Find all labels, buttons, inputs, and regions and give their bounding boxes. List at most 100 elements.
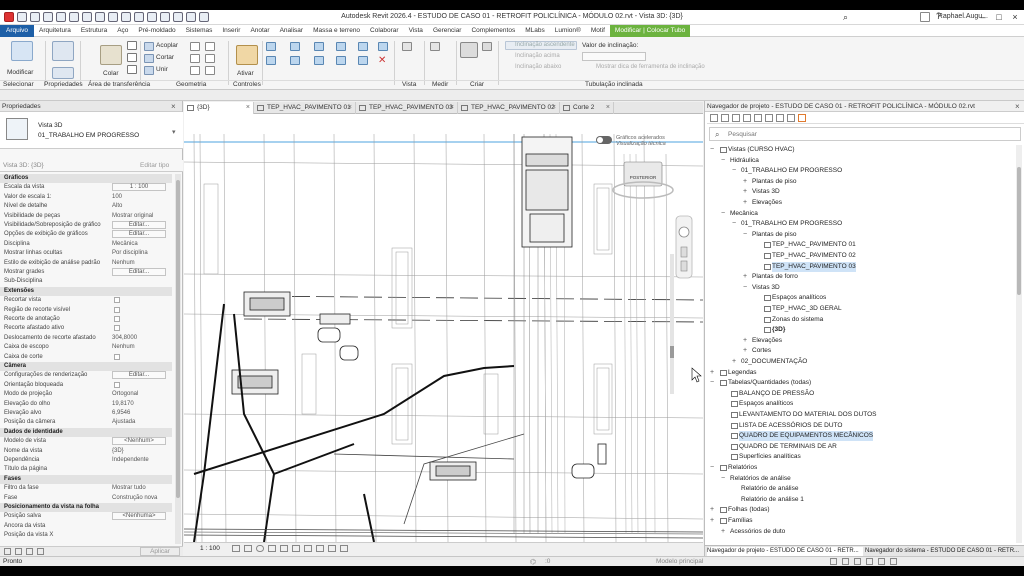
design-option[interactable]: Modelo principal [656, 558, 703, 565]
accelerated-graphics-toggle[interactable] [596, 136, 612, 144]
ribbon-tab-16[interactable]: Motif [586, 25, 610, 37]
shadows-icon[interactable] [268, 545, 276, 552]
slope-value-select[interactable] [582, 52, 646, 61]
copy-clip-icon[interactable] [127, 53, 137, 62]
ribbon-tab-4[interactable]: Pré-moldado [133, 25, 180, 37]
view-scale[interactable]: 1 : 100 [200, 545, 220, 552]
collapse-icon[interactable]: − [710, 463, 714, 473]
tree-item[interactable]: + Plantas de forro [743, 272, 798, 282]
tree-item[interactable]: Zonas do sistema [764, 315, 823, 325]
expand-icon[interactable]: + [732, 357, 736, 367]
split-icon[interactable] [358, 42, 368, 51]
match-type-icon[interactable] [127, 65, 137, 74]
cope-button[interactable]: Acoplar [156, 42, 178, 49]
view-tab-0[interactable]: {3D} × [184, 102, 254, 114]
tab-project-browser[interactable]: Navegador de projeto - ESTUDO DE CASO 01… [707, 547, 863, 556]
close-tab-icon[interactable]: × [246, 102, 250, 114]
view-tab-4[interactable]: Corte 2 × [560, 102, 614, 114]
tree-item[interactable]: + Elevações [743, 198, 782, 208]
tree-item[interactable]: − Relatórios [710, 463, 757, 473]
select-links-icon[interactable] [830, 558, 837, 565]
expand-icon[interactable]: + [710, 368, 714, 378]
tree-item[interactable]: QUADRO DE EQUIPAMENTOS MECÂNICOS [731, 431, 874, 442]
expand-icon[interactable]: + [721, 527, 725, 537]
filter-icon[interactable] [890, 558, 897, 565]
visual-style-icon[interactable] [244, 545, 252, 552]
property-checkbox[interactable] [114, 297, 120, 304]
apply-button[interactable]: Aplicar [140, 547, 180, 556]
collapse-icon[interactable]: − [710, 145, 714, 155]
view-tab-2[interactable]: TEP_HVAC_PAVIMENTO 03 × [356, 102, 458, 114]
expand-icon[interactable]: + [743, 177, 747, 187]
browser-sort-icon[interactable] [787, 114, 795, 122]
activate-button[interactable]: Ativar [237, 70, 254, 77]
delete-icon[interactable]: ✕ [378, 56, 386, 66]
tree-item[interactable]: −01_TRABALHO EM PROGRESSO [732, 166, 842, 176]
mirror-icon[interactable] [314, 42, 324, 51]
wall-joins-icon[interactable] [190, 42, 200, 51]
viewcube[interactable] [612, 161, 674, 199]
ribbon-tab-12[interactable]: Gerenciar [428, 25, 467, 37]
tree-item[interactable]: − Tabelas/Quantidades (todas) [710, 378, 811, 388]
tree-item[interactable]: TEP_HVAC_PAVIMENTO 02 [764, 251, 856, 261]
expand-icon[interactable]: + [743, 272, 747, 282]
ribbon-tab-7[interactable]: Anotar [245, 25, 274, 37]
cart-icon[interactable] [920, 12, 930, 22]
tree-item[interactable]: Espaços analíticos [764, 293, 826, 303]
modify-cursor-icon[interactable] [11, 41, 33, 61]
browser-search-input[interactable] [728, 129, 1008, 139]
expand-icon[interactable]: + [743, 187, 747, 197]
ribbon-tab-15[interactable]: Lumion® [550, 25, 586, 37]
property-checkbox[interactable] [114, 316, 120, 322]
remove-paint-icon[interactable] [205, 54, 215, 63]
detail-level-icon[interactable] [232, 545, 240, 552]
ribbon-tab-10[interactable]: Colaborar [365, 25, 404, 37]
rotate-icon[interactable] [314, 56, 324, 65]
cut-geometry-button[interactable]: Cortar [156, 54, 174, 61]
tree-item[interactable]: TEP_HVAC_PAVIMENTO 03 [764, 261, 856, 272]
browser-family-icon[interactable] [743, 114, 751, 122]
slope-down-option[interactable]: Inclinação abaixo [515, 64, 561, 70]
properties-view-icon[interactable] [15, 548, 22, 555]
tree-item[interactable]: {3D} [764, 325, 785, 335]
properties-scroll-thumb[interactable] [176, 180, 180, 498]
close-browser-icon[interactable]: × [1015, 102, 1020, 111]
ribbon-tab-17[interactable]: Modificar | Colocar Tubo [609, 24, 691, 37]
copy-icon[interactable] [290, 56, 300, 65]
worksets-icon[interactable]: ⌬ [530, 558, 536, 566]
tree-item[interactable]: − Relatórios de análise [721, 474, 791, 484]
ribbon-tab-1[interactable]: Arquitetura [34, 25, 76, 37]
property-group[interactable]: Extensões [0, 286, 172, 296]
tree-item[interactable]: BALANÇO DE PRESSÃO [731, 389, 814, 399]
tab-system-browser[interactable]: Navegador do sistema - ESTUDO DE CASO 01… [865, 547, 1021, 556]
canvas-scroll-thumb[interactable] [670, 346, 674, 358]
property-checkbox[interactable] [114, 325, 120, 332]
browser-group-icon[interactable] [754, 114, 762, 122]
tree-item[interactable]: − Vistas 3D [743, 283, 780, 293]
ribbon-tab-13[interactable]: Complementos [466, 25, 520, 37]
move-icon[interactable] [266, 56, 276, 65]
cut-clip-icon[interactable] [127, 41, 137, 50]
ribbon-tab-9[interactable]: Massa e terreno [308, 25, 365, 37]
property-group[interactable]: Câmera [0, 362, 172, 371]
ribbon-tab-3[interactable]: Aço [112, 25, 133, 37]
paint-icon[interactable] [190, 66, 200, 75]
trim-icon[interactable] [336, 42, 346, 51]
slope-up-option[interactable]: Inclinação acima [515, 53, 560, 59]
offset-icon[interactable] [290, 42, 300, 51]
property-checkbox[interactable] [114, 381, 120, 388]
tree-item[interactable]: LEVANTAMENTO DO MATERIAL DOS DUTOS [731, 410, 876, 420]
tree-item[interactable]: − Vistas (CURSO HVAC) [710, 145, 795, 155]
property-edit-button[interactable]: Editar... [112, 221, 166, 229]
drawing-area[interactable]: Gráficos acelerados Visualização técnica… [184, 114, 703, 542]
panel-label-select[interactable]: Selecionar [3, 81, 34, 88]
tree-item[interactable]: LISTA DE ACESSÓRIOS DE DUTO [731, 421, 842, 431]
collapse-icon[interactable]: − [710, 378, 714, 388]
tree-item[interactable]: + Acessórios de duto [721, 527, 785, 537]
tree-item[interactable]: −01_TRABALHO EM PROGRESSO [732, 219, 842, 229]
type-selector[interactable]: Vista 3D 01_TRABALHO EM PROGRESSO ▾ [0, 112, 183, 149]
browser-schedule-icon[interactable] [732, 114, 740, 122]
cut-geometry-icon[interactable] [144, 54, 154, 63]
view-hide-icon[interactable] [402, 42, 412, 51]
close-properties-icon[interactable]: × [171, 102, 176, 111]
